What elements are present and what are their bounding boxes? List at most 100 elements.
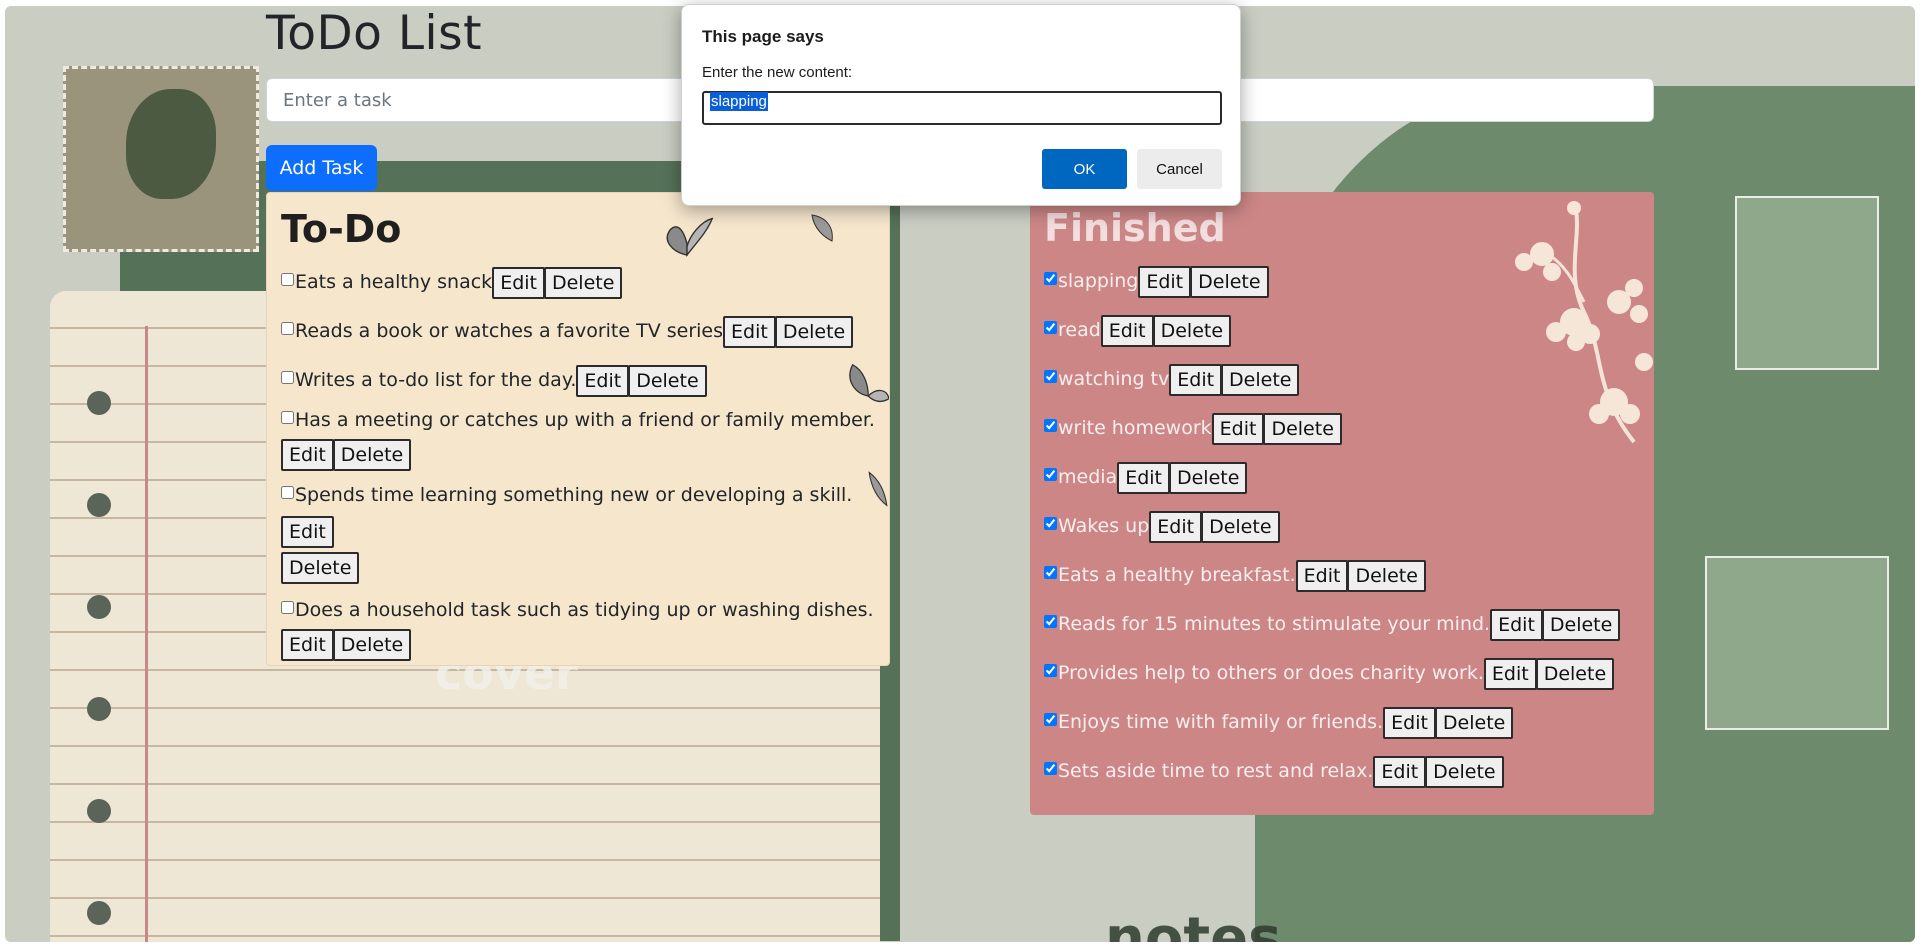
delete-button[interactable]: Delete [1535, 657, 1615, 690]
background-word-notes: notes [1105, 906, 1282, 942]
finished-item-checkbox[interactable] [1044, 664, 1057, 677]
paper-hole [87, 493, 111, 517]
edit-button[interactable]: Edit [1211, 412, 1265, 445]
todo-heading: To-Do [281, 207, 402, 251]
todo-panel: To-Do Eats a healthy snack Edit Delete Rea… [266, 192, 890, 666]
todo-item-label: Does a household task such as tidying up… [295, 599, 874, 621]
finished-item-checkbox[interactable] [1044, 419, 1057, 432]
finished-item-label: watching tv [1058, 368, 1170, 390]
finished-item-checkbox[interactable] [1044, 370, 1057, 383]
todo-item-checkbox[interactable] [281, 371, 294, 384]
finished-item-label: Provides help to others or does charity … [1058, 662, 1484, 684]
finished-item-checkbox[interactable] [1044, 468, 1057, 481]
paper-hole [87, 391, 111, 415]
dialog-input[interactable]: slapping [702, 91, 1222, 125]
edit-button[interactable]: Edit [1490, 608, 1543, 641]
butterfly-icon [868, 471, 888, 507]
butterfly-icon [811, 214, 833, 242]
paper-hole [87, 595, 111, 619]
todo-item-label: Spends time learning something new or de… [295, 484, 853, 506]
todo-item: Has a meeting or catches up with a frien… [281, 403, 875, 471]
finished-item-checkbox[interactable] [1044, 713, 1057, 726]
finished-item-label: Eats a healthy breakfast. [1058, 564, 1296, 586]
delete-button[interactable]: Delete [281, 551, 360, 584]
finished-panel: Finished slapping Edit Delete read Edit Dele… [1030, 192, 1654, 815]
todo-item-checkbox[interactable] [281, 486, 294, 499]
edit-button[interactable]: Edit [1169, 363, 1223, 396]
todo-item-checkbox[interactable] [281, 601, 294, 614]
finished-item-label: media [1058, 466, 1118, 488]
butterfly-icon [666, 217, 714, 258]
edit-button[interactable]: Edit [1149, 510, 1203, 543]
background-paper-margin [145, 326, 148, 942]
todo-item: Eats a healthy snack Edit Delete [281, 261, 875, 303]
edit-button[interactable]: Edit [281, 628, 334, 661]
finished-item-label: write homework [1058, 417, 1212, 439]
edit-button[interactable]: Edit [281, 438, 334, 471]
edit-button[interactable]: Edit [1117, 461, 1170, 494]
edit-button[interactable]: Edit [1373, 755, 1427, 788]
delete-button[interactable]: Delete [1190, 265, 1269, 298]
todo-item-checkbox[interactable] [281, 322, 294, 335]
delete-button[interactable]: Delete [543, 266, 623, 299]
finished-item-label: Enjoys time with family or friends. [1058, 711, 1384, 733]
delete-button[interactable]: Delete [1263, 412, 1342, 445]
ok-button[interactable]: OK [1042, 149, 1127, 189]
todo-item: Writes a to-do list for the day. Edit Dele… [281, 359, 875, 401]
delete-button[interactable]: Delete [1201, 510, 1280, 543]
delete-button[interactable]: Delete [1434, 706, 1514, 739]
delete-button[interactable]: Delete [628, 364, 707, 397]
dialog-message: Enter the new content: [702, 64, 853, 81]
delete-button[interactable]: Delete [1541, 608, 1621, 641]
todo-item-label: Eats a healthy snack [295, 271, 493, 293]
finished-item: slapping Edit Delete [1044, 260, 1640, 302]
edit-button[interactable]: Edit [1100, 314, 1154, 347]
edit-button[interactable]: Edit [1295, 559, 1349, 592]
finished-item-checkbox[interactable] [1044, 517, 1057, 530]
edit-button[interactable]: Edit [723, 315, 776, 348]
finished-item-label: Sets aside time to rest and relax. [1058, 760, 1374, 782]
finished-item-label: read [1058, 319, 1101, 341]
finished-item-checkbox[interactable] [1044, 566, 1057, 579]
delete-button[interactable]: Delete [1347, 559, 1426, 592]
finished-item-label: slapping [1058, 270, 1139, 292]
background-stamp [63, 66, 259, 252]
delete-button[interactable]: Delete [1221, 363, 1300, 396]
paper-hole [87, 799, 111, 823]
finished-item-checkbox[interactable] [1044, 615, 1057, 628]
delete-button[interactable]: Delete [332, 628, 412, 661]
finished-item: media Edit Delete [1044, 456, 1640, 498]
edit-button[interactable]: Edit [576, 364, 630, 397]
finished-item: Provides help to others or does charity … [1044, 652, 1640, 694]
finished-item: read Edit Delete [1044, 309, 1640, 351]
finished-item: Reads for 15 minutes to stimulate your m… [1044, 603, 1640, 645]
paper-hole [87, 697, 111, 721]
finished-item: watching tv Edit Delete [1044, 358, 1640, 400]
delete-button[interactable]: Delete [774, 315, 854, 348]
background-frame [1705, 556, 1889, 730]
edit-button[interactable]: Edit [492, 266, 545, 299]
finished-item-checkbox[interactable] [1044, 762, 1057, 775]
delete-button[interactable]: Delete [1152, 314, 1232, 347]
finished-item: Enjoys time with family or friends. Edit D… [1044, 701, 1640, 743]
todo-item-checkbox[interactable] [281, 273, 294, 286]
prompt-dialog: This page says Enter the new content: sl… [681, 4, 1241, 206]
finished-item: write homework Edit Delete [1044, 407, 1640, 449]
edit-button[interactable]: Edit [1138, 265, 1192, 298]
background-frame [1735, 196, 1879, 370]
delete-button[interactable]: Delete [1425, 755, 1504, 788]
todo-item-checkbox[interactable] [281, 411, 294, 424]
delete-button[interactable]: Delete [1168, 461, 1248, 494]
edit-button[interactable]: Edit [1383, 706, 1436, 739]
finished-item: Eats a healthy breakfast. Edit Delete [1044, 554, 1640, 596]
add-task-button[interactable]: Add Task [266, 145, 377, 191]
todo-item: Reads a book or watches a favorite TV se… [281, 310, 875, 352]
edit-button[interactable]: Edit [1483, 657, 1537, 690]
finished-item-checkbox[interactable] [1044, 321, 1057, 334]
delete-button[interactable]: Delete [332, 438, 412, 471]
dialog-title: This page says [702, 27, 824, 46]
page-title: ToDo List [266, 6, 483, 61]
cancel-button[interactable]: Cancel [1137, 149, 1222, 189]
finished-item-checkbox[interactable] [1044, 272, 1057, 285]
edit-button[interactable]: Edit [281, 515, 334, 548]
